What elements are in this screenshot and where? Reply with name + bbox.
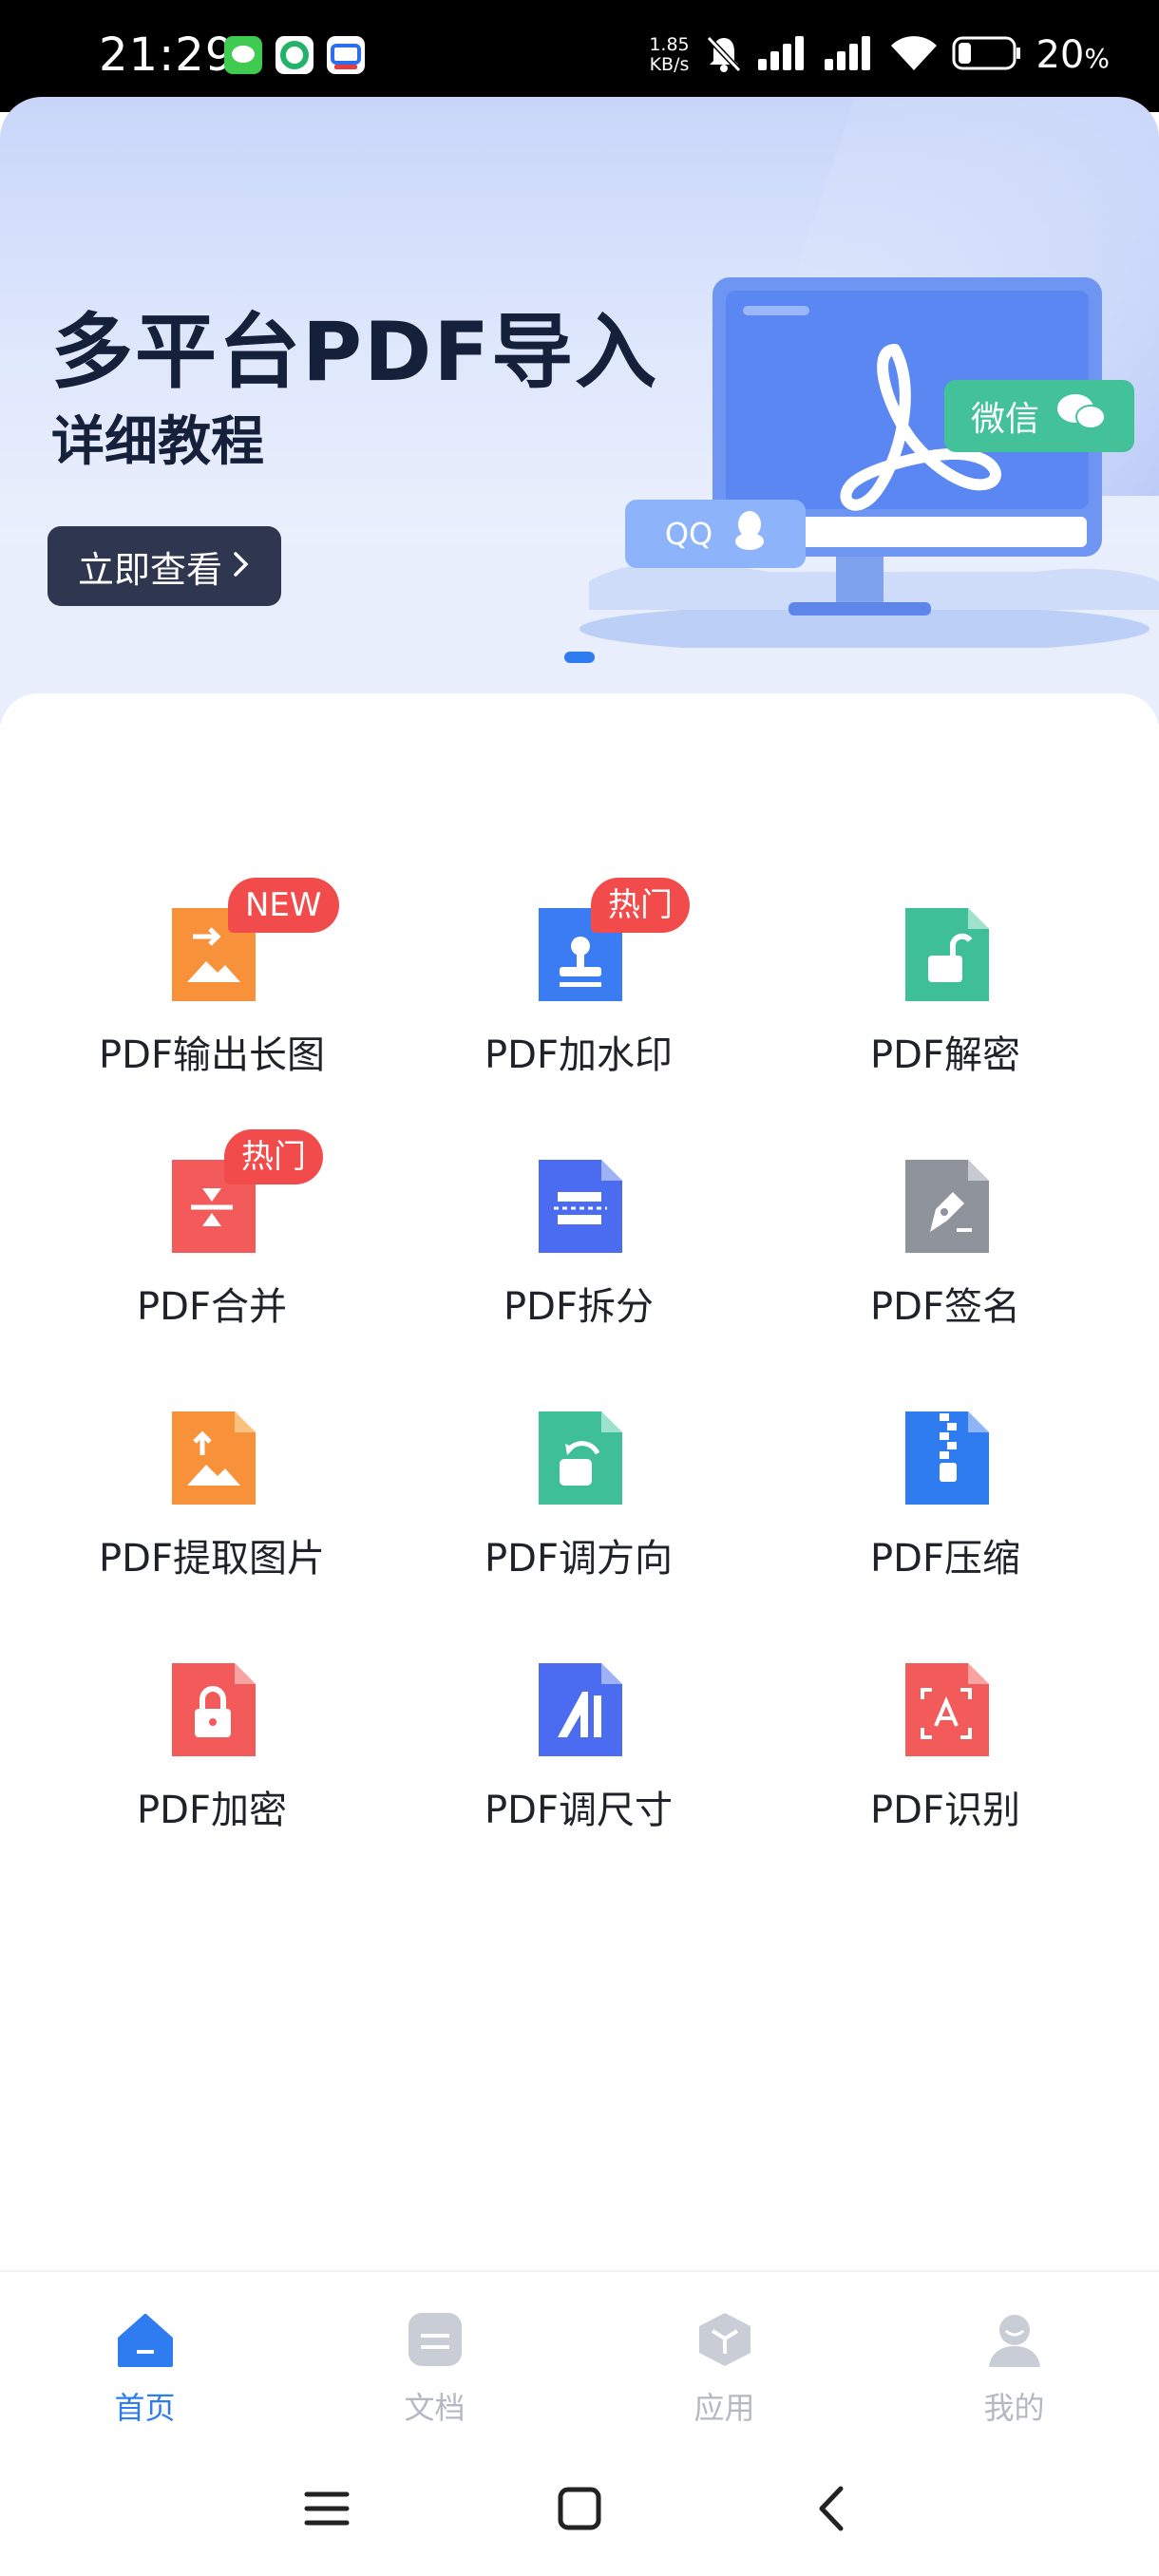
tool-pdf-decrypt[interactable]: PDF解密 <box>762 902 1129 1121</box>
battery-percent-value: 20 <box>1036 33 1085 77</box>
tool-pdf-split[interactable]: PDF拆分 <box>395 1154 762 1373</box>
view-now-button[interactable]: 立即查看 <box>48 526 281 606</box>
battery-percent-unit: % <box>1084 43 1110 74</box>
tool-label: PDF加密 <box>137 1789 287 1832</box>
nav-tab-home[interactable]: 首页 <box>0 2310 290 2434</box>
status-bar: 21:29 1.85 KB/s 20% <box>0 0 1159 112</box>
tool-label: PDF合并 <box>137 1285 287 1329</box>
pen-signature-icon <box>898 1154 993 1259</box>
nav-label-apps: 应用 <box>694 2390 755 2426</box>
hot-badge: 热门 <box>224 1129 323 1184</box>
profile-icon <box>985 2310 1044 2369</box>
tool-label: PDF解密 <box>870 1033 1020 1077</box>
tool-label: PDF提取图片 <box>99 1537 325 1581</box>
tool-label: PDF压缩 <box>870 1537 1020 1581</box>
document-icon <box>406 2310 465 2369</box>
tool-label: PDF加水印 <box>484 1033 673 1077</box>
carousel-indicator <box>564 652 595 663</box>
tool-pdf-rotate[interactable]: PDF调方向 <box>395 1406 762 1624</box>
chevron-right-icon <box>232 545 251 587</box>
tool-pdf-merge[interactable]: 热门 PDF合并 <box>28 1129 395 1373</box>
nav-tab-apps[interactable]: 应用 <box>580 2310 869 2434</box>
tool-pdf-resize[interactable]: PDF调尺寸 <box>395 1657 762 1876</box>
lock-icon <box>164 1657 259 1762</box>
tool-pdf-signature[interactable]: PDF签名 <box>762 1154 1129 1373</box>
app-screen: 21:29 1.85 KB/s 20% 多平台PDF导入 详细教程 立即查看 Q… <box>0 0 1159 2576</box>
nav-tab-profile[interactable]: 我的 <box>869 2310 1159 2434</box>
wifi-icon <box>889 34 939 76</box>
tool-pdf-encrypt[interactable]: PDF加密 <box>28 1657 395 1876</box>
unlock-icon <box>898 902 993 1007</box>
signal-strength-icon-1 <box>756 34 809 76</box>
tool-pdf-extract-image[interactable]: PDF提取图片 <box>28 1406 395 1624</box>
tool-pdf-compress[interactable]: PDF压缩 <box>762 1406 1129 1624</box>
mute-bell-icon <box>705 32 743 78</box>
hot-badge: 热门 <box>591 878 690 933</box>
qq-bubble: QQ <box>625 500 806 568</box>
wechat-bubble: 微信 <box>944 380 1134 452</box>
app-green-icon <box>276 36 314 74</box>
apps-cube-icon <box>695 2310 754 2369</box>
split-icon <box>531 1154 626 1259</box>
network-speed-value: 1.85 <box>649 34 690 55</box>
ocr-scan-icon <box>898 1657 993 1762</box>
signal-strength-icon-2 <box>823 34 876 76</box>
resize-icon <box>531 1657 626 1762</box>
qq-penguin-icon <box>733 509 766 559</box>
tool-pdf-long-image[interactable]: NEW PDF输出长图 <box>28 878 395 1121</box>
network-speed: 1.85 KB/s <box>646 35 692 75</box>
battery-level: 20% <box>1036 33 1110 77</box>
bottom-navigation: 首页 文档 应用 我的 <box>0 2270 1159 2441</box>
monitor-illustration: QQ 微信 <box>560 268 1159 653</box>
tool-label: PDF调方向 <box>484 1537 673 1581</box>
home-square-icon[interactable] <box>546 2475 613 2542</box>
battery-icon <box>952 34 1022 76</box>
network-speed-unit: KB/s <box>649 54 690 75</box>
tool-label: PDF拆分 <box>504 1285 654 1329</box>
wechat-logo-icon <box>1054 391 1108 442</box>
tools-panel: NEW PDF输出长图 热门 PDF加水印 PDF解密 热门 PDF合并 PDF… <box>0 693 1159 2270</box>
tool-label: PDF调尺寸 <box>484 1789 673 1832</box>
tool-pdf-watermark[interactable]: 热门 PDF加水印 <box>395 878 762 1121</box>
messages-app-icon <box>224 36 262 74</box>
nav-tab-documents[interactable]: 文档 <box>290 2310 580 2434</box>
wechat-label: 微信 <box>970 400 1039 439</box>
tool-pdf-ocr[interactable]: PDF识别 <box>762 1657 1129 1876</box>
extract-image-icon <box>164 1406 259 1510</box>
tool-label: PDF输出长图 <box>99 1033 325 1077</box>
system-navigation-bar <box>0 2441 1159 2576</box>
tool-label: PDF签名 <box>870 1285 1020 1329</box>
back-icon[interactable] <box>799 2475 865 2542</box>
menu-icon[interactable] <box>294 2475 360 2542</box>
rotate-icon <box>531 1406 626 1510</box>
cloud-app-icon <box>327 36 365 74</box>
nav-label-home: 首页 <box>114 2390 176 2426</box>
nav-label-documents: 文档 <box>404 2390 466 2426</box>
status-time: 21:29 <box>99 28 236 82</box>
zip-icon <box>898 1406 993 1510</box>
new-badge: NEW <box>228 878 339 933</box>
promo-banner[interactable]: 多平台PDF导入 详细教程 立即查看 QQ 微信 <box>0 97 1159 724</box>
tool-label: PDF识别 <box>870 1789 1020 1832</box>
status-indicators: 1.85 KB/s 20% <box>646 25 1110 85</box>
view-now-label: 立即查看 <box>77 548 222 591</box>
nav-label-profile: 我的 <box>983 2390 1045 2426</box>
banner-subtitle: 详细教程 <box>51 411 264 473</box>
home-icon <box>116 2310 175 2369</box>
qq-label: QQ <box>664 516 713 552</box>
